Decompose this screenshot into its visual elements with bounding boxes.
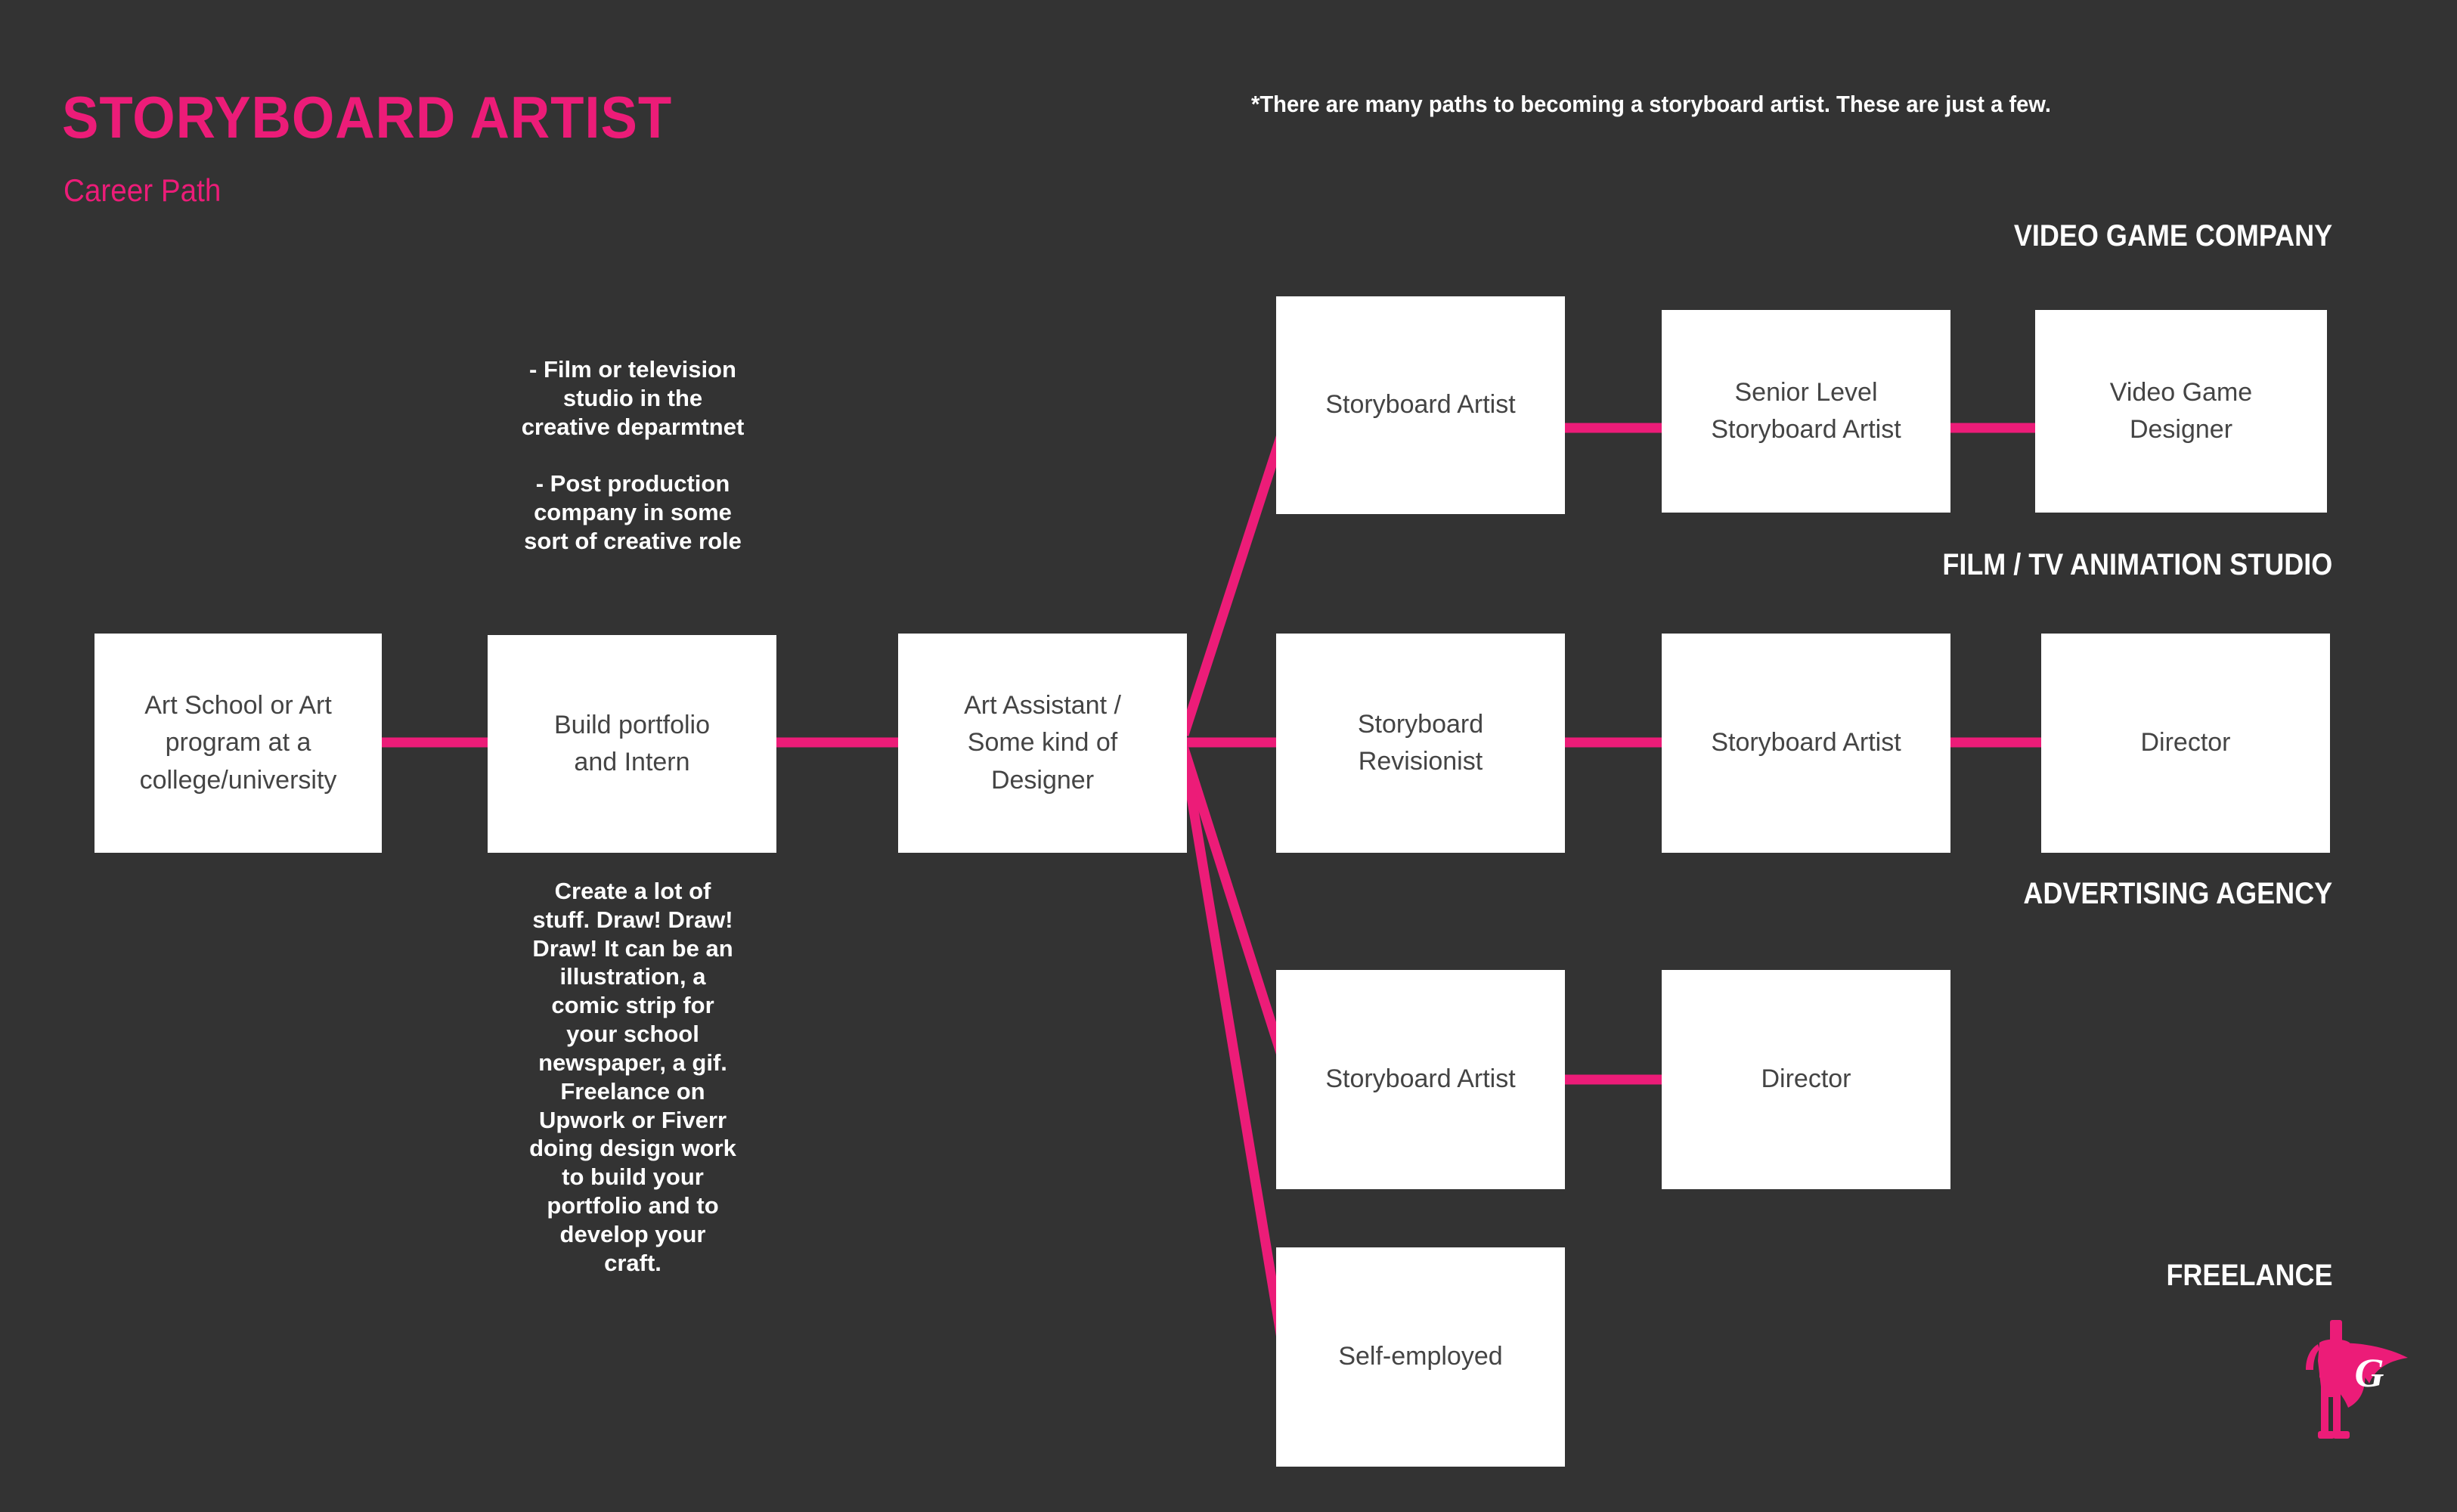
career-path-infographic: STORYBOARD ARTIST Career Path *There are…	[0, 0, 2457, 1512]
brand-logo: G	[2306, 1320, 2408, 1439]
page-subtitle: Career Path	[64, 172, 222, 208]
node-vg-storyboard-artist[interactable]: Storyboard Artist	[1276, 296, 1565, 514]
node-art-assistant[interactable]: Art Assistant / Some kind of Designer	[898, 634, 1187, 853]
section-header-video-game-company: VIDEO GAME COMPANY	[2013, 219, 2332, 253]
section-header-film-tv-animation-studio: FILM / TV ANIMATION STUDIO	[1942, 548, 2332, 581]
node-ad-storyboard-artist[interactable]: Storyboard Artist	[1276, 970, 1565, 1189]
logo-letter: G	[2355, 1350, 2384, 1396]
node-build-portfolio[interactable]: Build portfolio and Intern	[488, 635, 776, 853]
node-ad-director[interactable]: Director	[1662, 970, 1950, 1189]
node-film-director[interactable]: Director	[2041, 634, 2330, 853]
section-header-advertising-agency: ADVERTISING AGENCY	[2023, 877, 2332, 910]
note-employer-types: - Film or television studio in the creat…	[521, 356, 745, 554]
note-portfolio-advice: Create a lot of stuff. Draw! Draw! Draw!…	[529, 878, 736, 1276]
node-art-school[interactable]: Art School or Art program at a college/u…	[94, 634, 382, 853]
node-self-employed[interactable]: Self-employed	[1276, 1247, 1565, 1467]
section-header-freelance: FREELANCE	[2165, 1259, 2332, 1292]
node-film-storyboard-revisionist[interactable]: Storyboard Revisionist	[1276, 634, 1565, 853]
edge-assistant-to-ad-storyboard	[1179, 747, 1295, 1083]
edge-assistant-to-vg-storyboard	[1179, 421, 1290, 737]
node-film-storyboard-artist[interactable]: Storyboard Artist	[1662, 634, 1950, 853]
edge-assistant-to-self-employed	[1179, 750, 1290, 1362]
disclaimer-note: *There are many paths to becoming a stor…	[1251, 91, 2051, 117]
node-vg-senior-storyboard-artist[interactable]: Senior Level Storyboard Artist	[1662, 310, 1950, 513]
node-vg-video-game-designer[interactable]: Video Game Designer	[2035, 310, 2327, 513]
page-title: STORYBOARD ARTIST	[62, 84, 673, 150]
